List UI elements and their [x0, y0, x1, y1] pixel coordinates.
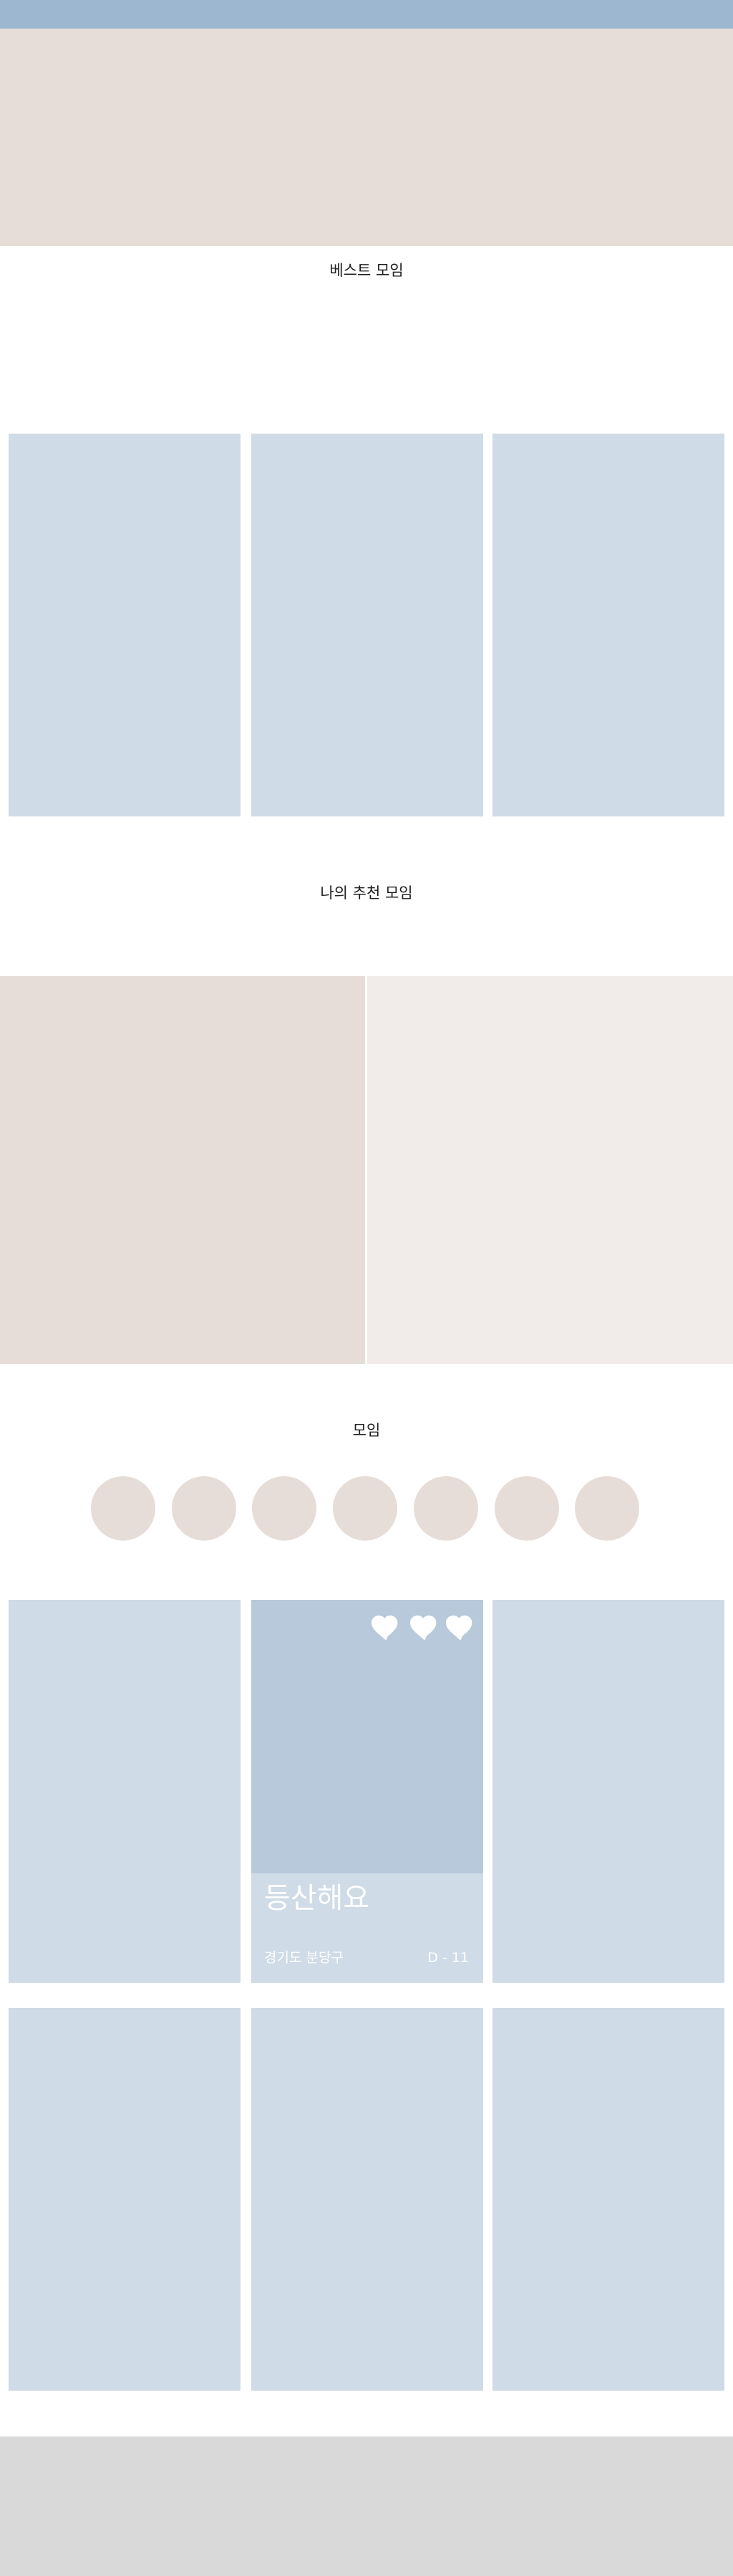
meeting-card[interactable] [492, 1600, 724, 1983]
meeting-card-featured[interactable]: 등산해요 경기도 분당구 D - 11 [251, 1600, 483, 1983]
category-circle[interactable] [414, 1476, 478, 1541]
meeting-location: 경기도 분당구 [264, 1950, 344, 1966]
best-meetings-title: 베스트 모임 [329, 262, 404, 279]
footer [0, 2436, 733, 2576]
top-bar [0, 0, 733, 29]
heart-icon[interactable] [409, 1613, 440, 1641]
best-meeting-card[interactable] [251, 434, 483, 816]
recommended-meetings-title: 나의 추천 모임 [320, 884, 413, 902]
meetings-title: 모임 [352, 1422, 381, 1439]
hero-banner[interactable] [0, 29, 733, 246]
category-circle[interactable] [91, 1476, 155, 1541]
category-circle[interactable] [495, 1476, 559, 1541]
meeting-card[interactable] [9, 1600, 241, 1983]
recommended-card-right[interactable] [367, 976, 733, 1364]
category-circle[interactable] [252, 1476, 316, 1541]
meeting-card[interactable] [9, 2008, 241, 2391]
meeting-dday: D - 11 [427, 1950, 469, 1966]
heart-icon[interactable] [445, 1613, 476, 1641]
category-circle[interactable] [333, 1476, 397, 1541]
best-meeting-card[interactable] [9, 434, 241, 816]
category-circle[interactable] [575, 1476, 639, 1541]
meeting-title: 등산해요 [264, 1882, 370, 1915]
category-circle[interactable] [172, 1476, 236, 1541]
best-meeting-card[interactable] [492, 434, 724, 816]
meeting-card[interactable] [492, 2008, 724, 2391]
meeting-card[interactable] [251, 2008, 483, 2391]
heart-icon[interactable] [370, 1613, 402, 1641]
recommended-card-left[interactable] [0, 976, 365, 1364]
